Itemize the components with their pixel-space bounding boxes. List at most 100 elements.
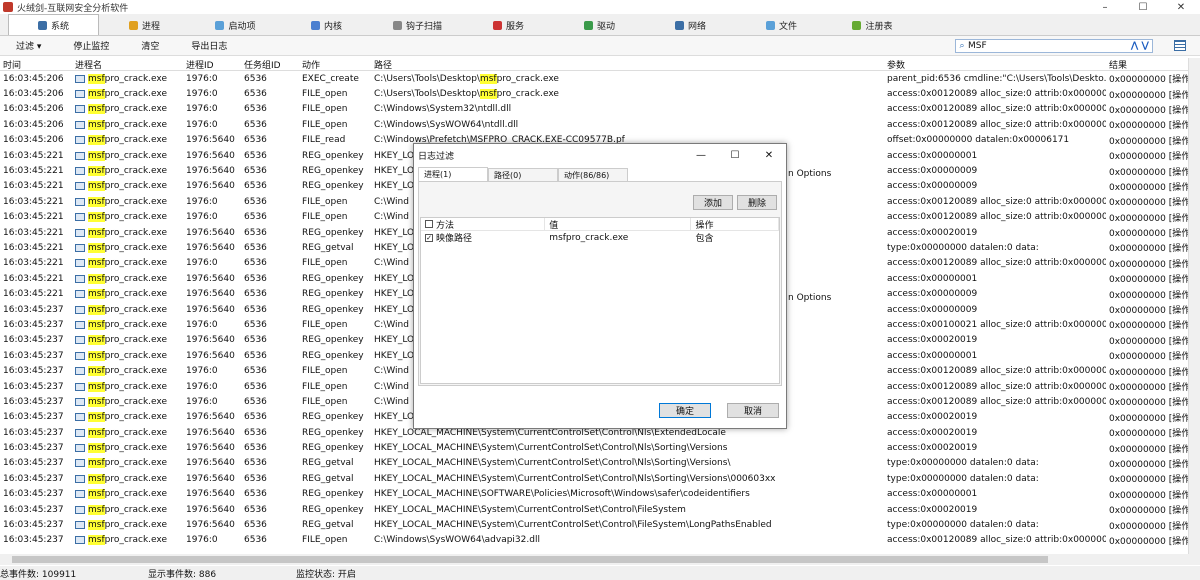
header-tid[interactable]: 任务组ID bbox=[241, 58, 299, 71]
header-pid[interactable]: 进程ID bbox=[183, 58, 241, 71]
cell-params: access:0x00120089 alloc_size:0 attrib:0x… bbox=[887, 212, 1106, 223]
process-icon bbox=[75, 505, 85, 514]
close-button[interactable]: ✕ bbox=[1162, 2, 1200, 13]
cell-act: REG_openkey bbox=[302, 489, 364, 500]
cell-tid: 6536 bbox=[244, 304, 267, 315]
cell-time: 16:03:45:221 bbox=[3, 166, 64, 177]
cell-pid: 1976:0 bbox=[186, 212, 218, 223]
tab-action[interactable]: 动作(86/86) bbox=[558, 168, 628, 181]
table-row[interactable]: 16:03:45:206 msfpro_crack.exe 1976:0 6536 EX… bbox=[0, 71, 1188, 86]
cell-params: access:0x00020019 bbox=[887, 443, 978, 454]
tab-process[interactable]: 进程(1) bbox=[418, 167, 488, 181]
export-log-button[interactable]: 导出日志 bbox=[175, 39, 243, 52]
process-icon bbox=[75, 197, 85, 206]
header-params[interactable]: 参数 bbox=[884, 58, 1106, 71]
ok-button[interactable]: 确定 bbox=[659, 403, 711, 418]
cell-params: access:0x00120089 alloc_size:0 attrib:0x… bbox=[887, 119, 1106, 130]
cell-params: access:0x00000001 bbox=[887, 489, 978, 500]
rule-checkbox[interactable]: ✓ bbox=[425, 233, 433, 242]
tab-0[interactable]: 系统 bbox=[8, 14, 99, 35]
stop-monitor-button[interactable]: 停止监控 bbox=[57, 39, 125, 52]
cell-result: 0x00000000 [操作成功] bbox=[1109, 367, 1188, 378]
search-icon: ⌕ bbox=[959, 41, 965, 51]
add-button[interactable]: 添加 bbox=[693, 195, 733, 210]
cell-name: msfpro_crack.exe bbox=[72, 181, 183, 192]
tab-2[interactable]: 启动项 bbox=[190, 16, 281, 35]
cell-act: FILE_open bbox=[302, 258, 348, 269]
cell-result: 0x00000000 [操作成功] bbox=[1109, 75, 1188, 86]
cell-params: access:0x00020019 bbox=[887, 412, 978, 423]
minimize-button[interactable]: – bbox=[1086, 2, 1124, 13]
dialog-close-button[interactable]: ✕ bbox=[752, 150, 786, 161]
cell-params: type:0x00000000 datalen:0 data: bbox=[887, 520, 1039, 531]
vertical-scrollbar[interactable] bbox=[1188, 58, 1200, 554]
cell-pid: 1976:5640 bbox=[186, 473, 235, 484]
table-row[interactable]: 16:03:45:237 msfpro_crack.exe 1976:5640 653… bbox=[0, 456, 1188, 471]
cell-pid: 1976:5640 bbox=[186, 135, 235, 146]
select-all-checkbox[interactable] bbox=[425, 220, 433, 228]
tab-9[interactable]: 注册表 bbox=[827, 16, 918, 35]
tab-7[interactable]: 网络 bbox=[645, 16, 736, 35]
table-row[interactable]: 16:03:45:206 msfpro_crack.exe 1976:0 6536 FI… bbox=[0, 102, 1188, 117]
header-act[interactable]: 动作 bbox=[299, 58, 371, 71]
cell-path: HKEY_LOCAL_MACHINE\System\CurrentControl… bbox=[374, 427, 726, 438]
header-name[interactable]: 进程名 bbox=[72, 58, 183, 71]
cell-name: msfpro_crack.exe bbox=[72, 227, 183, 238]
clear-button[interactable]: 清空 bbox=[125, 39, 175, 52]
table-row[interactable]: 16:03:45:206 msfpro_crack.exe 1976:0 6536 FI… bbox=[0, 117, 1188, 132]
tab-path[interactable]: 路径(0) bbox=[488, 168, 558, 181]
header-result[interactable]: 结果 bbox=[1106, 58, 1188, 71]
process-icon bbox=[75, 351, 85, 360]
delete-button[interactable]: 删除 bbox=[737, 195, 777, 210]
search-box[interactable]: ⌕ MSF ⋀ ⋁ bbox=[955, 39, 1153, 53]
tab-1[interactable]: 进程 bbox=[99, 16, 190, 35]
process-icon bbox=[75, 305, 85, 314]
cell-act: REG_openkey bbox=[302, 335, 364, 346]
cell-pid: 1976:5640 bbox=[186, 427, 235, 438]
table-row[interactable]: 16:03:45:237 msfpro_crack.exe 1976:5640 653… bbox=[0, 487, 1188, 502]
tab-4[interactable]: 钩子扫描 bbox=[372, 16, 463, 35]
cell-name: msfpro_crack.exe bbox=[72, 366, 183, 377]
columns-icon[interactable] bbox=[1174, 40, 1186, 51]
cell-path: C:\Windows\SysWOW64\ntdll.dll bbox=[374, 119, 519, 130]
dialog-tabs: 进程(1) 路径(0) 动作(86/86) bbox=[418, 167, 786, 181]
rule-row[interactable]: ✓ 映像路径 msfpro_crack.exe 包含 bbox=[421, 231, 779, 244]
cell-params: access:0x00120089 alloc_size:0 attrib:0x… bbox=[887, 104, 1106, 115]
header-path[interactable]: 路径 bbox=[371, 58, 884, 71]
table-row[interactable]: 16:03:45:206 msfpro_crack.exe 1976:0 6536 FI… bbox=[0, 86, 1188, 101]
search-input[interactable]: MSF bbox=[968, 41, 1131, 51]
table-row[interactable]: 16:03:45:237 msfpro_crack.exe 1976:0 6536 FI… bbox=[0, 533, 1188, 548]
maximize-button[interactable]: ☐ bbox=[1124, 2, 1162, 13]
tab-label: 内核 bbox=[323, 22, 342, 32]
cell-tid: 6536 bbox=[244, 258, 267, 269]
scroll-thumb[interactable] bbox=[12, 556, 1048, 563]
header-time[interactable]: 时间 bbox=[0, 58, 72, 71]
tab-3[interactable]: 内核 bbox=[281, 16, 372, 35]
tab-8[interactable]: 文件 bbox=[736, 16, 827, 35]
tab-5[interactable]: 服务 bbox=[463, 16, 554, 35]
cell-tid: 6536 bbox=[244, 135, 267, 146]
tab-6[interactable]: 驱动 bbox=[554, 16, 645, 35]
horizontal-scrollbar[interactable] bbox=[0, 554, 1200, 565]
cell-act: FILE_open bbox=[302, 212, 348, 223]
dialog-maximize-button[interactable]: ☐ bbox=[718, 150, 752, 161]
process-icon bbox=[75, 74, 85, 83]
cell-pid: 1976:0 bbox=[186, 89, 218, 100]
table-row[interactable]: 16:03:45:237 msfpro_crack.exe 1976:5640 653… bbox=[0, 517, 1188, 532]
cell-path: C:\Windows\SysWOW64\advapi32.dll bbox=[374, 535, 540, 546]
search-nav-arrows[interactable]: ⋀ ⋁ bbox=[1131, 41, 1152, 51]
table-row[interactable]: 16:03:45:237 msfpro_crack.exe 1976:5640 653… bbox=[0, 440, 1188, 455]
column-value: 值 bbox=[545, 218, 692, 231]
process-icon bbox=[75, 459, 85, 468]
cell-tid: 6536 bbox=[244, 489, 267, 500]
cell-act: REG_openkey bbox=[302, 289, 364, 300]
table-row[interactable]: 16:03:45:237 msfpro_crack.exe 1976:5640 653… bbox=[0, 502, 1188, 517]
column-op: 操作 bbox=[691, 218, 779, 231]
table-row[interactable]: 16:03:45:237 msfpro_crack.exe 1976:5640 653… bbox=[0, 471, 1188, 486]
cell-result: 0x00000000 [操作成功] bbox=[1109, 521, 1188, 532]
cancel-button[interactable]: 取消 bbox=[727, 403, 779, 418]
cell-time: 16:03:45:237 bbox=[3, 396, 64, 407]
filter-button[interactable]: 过滤 ▾ bbox=[0, 39, 57, 52]
dialog-minimize-button[interactable]: — bbox=[684, 150, 718, 161]
cell-name: msfpro_crack.exe bbox=[72, 381, 183, 392]
